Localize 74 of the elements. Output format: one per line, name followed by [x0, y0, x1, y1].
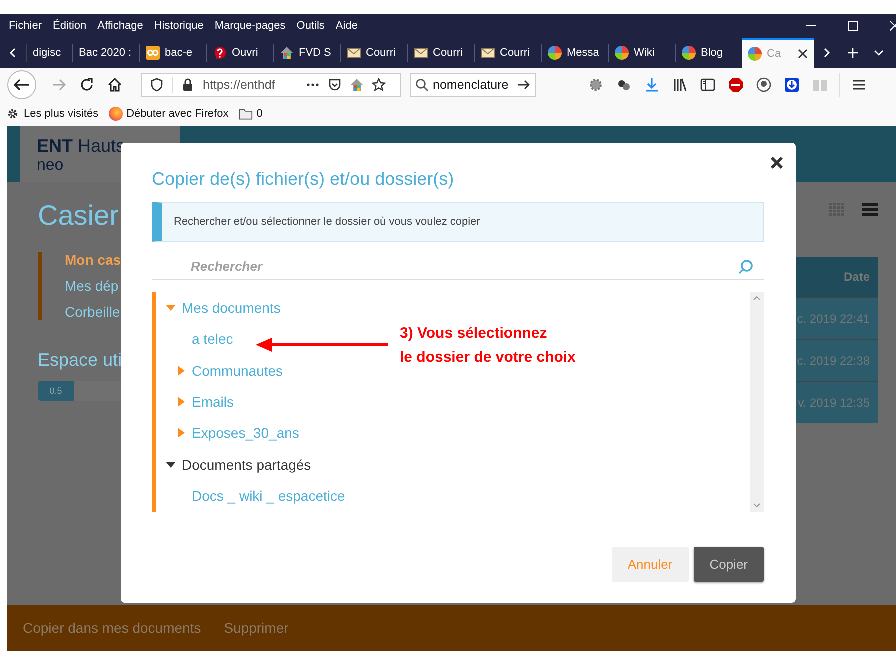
- arrow-right-icon[interactable]: [517, 78, 531, 92]
- house-icon: [280, 46, 294, 60]
- account-icon[interactable]: [756, 77, 772, 93]
- browser-tab[interactable]: Ouvri: [206, 44, 273, 62]
- dialog-title: Copier de(s) fichier(s) et/ou dossier(s): [152, 169, 456, 190]
- chevron-left-icon[interactable]: [8, 48, 18, 58]
- browser-tab[interactable]: Wiki: [608, 44, 675, 62]
- storage-label: Espace uti: [38, 350, 122, 371]
- close-icon[interactable]: [770, 156, 784, 170]
- bookmark-item[interactable]: Débuter avec Firefox: [108, 107, 229, 121]
- storage-fill: 0.5: [38, 381, 74, 401]
- bookmark-item[interactable]: 0: [238, 107, 263, 121]
- gear-icon: [6, 107, 20, 121]
- table-cell: c. 2019 22:38: [796, 339, 878, 381]
- globe-icon: [682, 46, 696, 60]
- menu-item[interactable]: Affichage: [98, 20, 144, 32]
- browser-tab[interactable]: Courri: [340, 44, 407, 62]
- globe-icon: [748, 47, 762, 61]
- library-icon[interactable]: [672, 77, 688, 93]
- search-field[interactable]: Rechercher: [152, 258, 738, 275]
- globe-icon: [548, 46, 562, 60]
- infinity-icon: [146, 46, 160, 60]
- search-icon: [415, 78, 429, 92]
- browser-tab[interactable]: bac-e: [139, 44, 206, 62]
- firefox-icon: [108, 107, 123, 121]
- page-title: Casier: [38, 200, 119, 232]
- table-cell: c. 2019 22:41: [796, 297, 878, 339]
- shield-icon[interactable]: [150, 78, 164, 92]
- reload-icon[interactable]: [79, 77, 95, 93]
- close-icon[interactable]: [798, 49, 808, 59]
- home-icon[interactable]: [107, 77, 123, 93]
- search-field[interactable]: nomenclature: [410, 73, 536, 97]
- menu-item[interactable]: Outils: [296, 20, 325, 32]
- maximize-icon[interactable]: [848, 21, 858, 31]
- browser-tab[interactable]: Courri: [474, 44, 541, 62]
- house-icon: [350, 78, 364, 92]
- logo-tagline: neo: [37, 157, 65, 175]
- caret-down-icon[interactable]: [166, 460, 176, 470]
- envelope-icon: [414, 46, 428, 60]
- download-icon[interactable]: [644, 77, 660, 93]
- copy-button[interactable]: Copier: [694, 547, 764, 582]
- chevron-right-icon[interactable]: [822, 48, 832, 58]
- back-icon[interactable]: [7, 70, 37, 100]
- browser-tab[interactable]: Courri: [407, 44, 474, 62]
- gear-icon[interactable]: [588, 77, 604, 93]
- plus-icon[interactable]: [848, 48, 858, 58]
- globe-icon: [615, 46, 629, 60]
- download-circle-icon[interactable]: [784, 77, 800, 93]
- browser-tab[interactable]: FVD S: [273, 44, 340, 62]
- menu-item[interactable]: Fichier: [9, 20, 42, 32]
- folder-item[interactable]: Documents partagés: [181, 456, 312, 473]
- menu-item[interactable]: Marque-pages: [214, 20, 286, 32]
- address-field[interactable]: https://enthdf: [141, 73, 401, 97]
- browser-tab[interactable]: Messa: [541, 44, 608, 62]
- browser-tab[interactable]: digisc: [26, 44, 72, 62]
- envelope-icon: [481, 46, 495, 60]
- pocket-icon[interactable]: [328, 78, 342, 92]
- lock-icon: [181, 78, 195, 92]
- menu-item[interactable]: Édition: [53, 20, 87, 32]
- help-icon: [213, 46, 227, 60]
- browser-tab[interactable]: Bac 2020 :: [72, 44, 139, 62]
- bookmark-item[interactable]: Les plus visités: [6, 107, 99, 121]
- list-view-icon[interactable]: [862, 203, 878, 217]
- folder-icon: [238, 107, 253, 121]
- info-message: Rechercher et/ou sélectionner le dossier où vous voulez copier: [152, 202, 764, 242]
- chevron-down-icon[interactable]: [874, 48, 884, 58]
- table-cell: v. 2019 12:35: [796, 381, 878, 423]
- star-icon[interactable]: [372, 78, 386, 92]
- adblock-icon[interactable]: [728, 77, 744, 93]
- envelope-icon: [347, 46, 361, 60]
- menu-item[interactable]: Aide: [336, 20, 358, 32]
- annotation-text: 3) Vous sélectionnez le dossier de votre choix: [400, 324, 576, 368]
- sidebar-icon[interactable]: [700, 77, 716, 93]
- menu-item[interactable]: Historique: [154, 20, 204, 32]
